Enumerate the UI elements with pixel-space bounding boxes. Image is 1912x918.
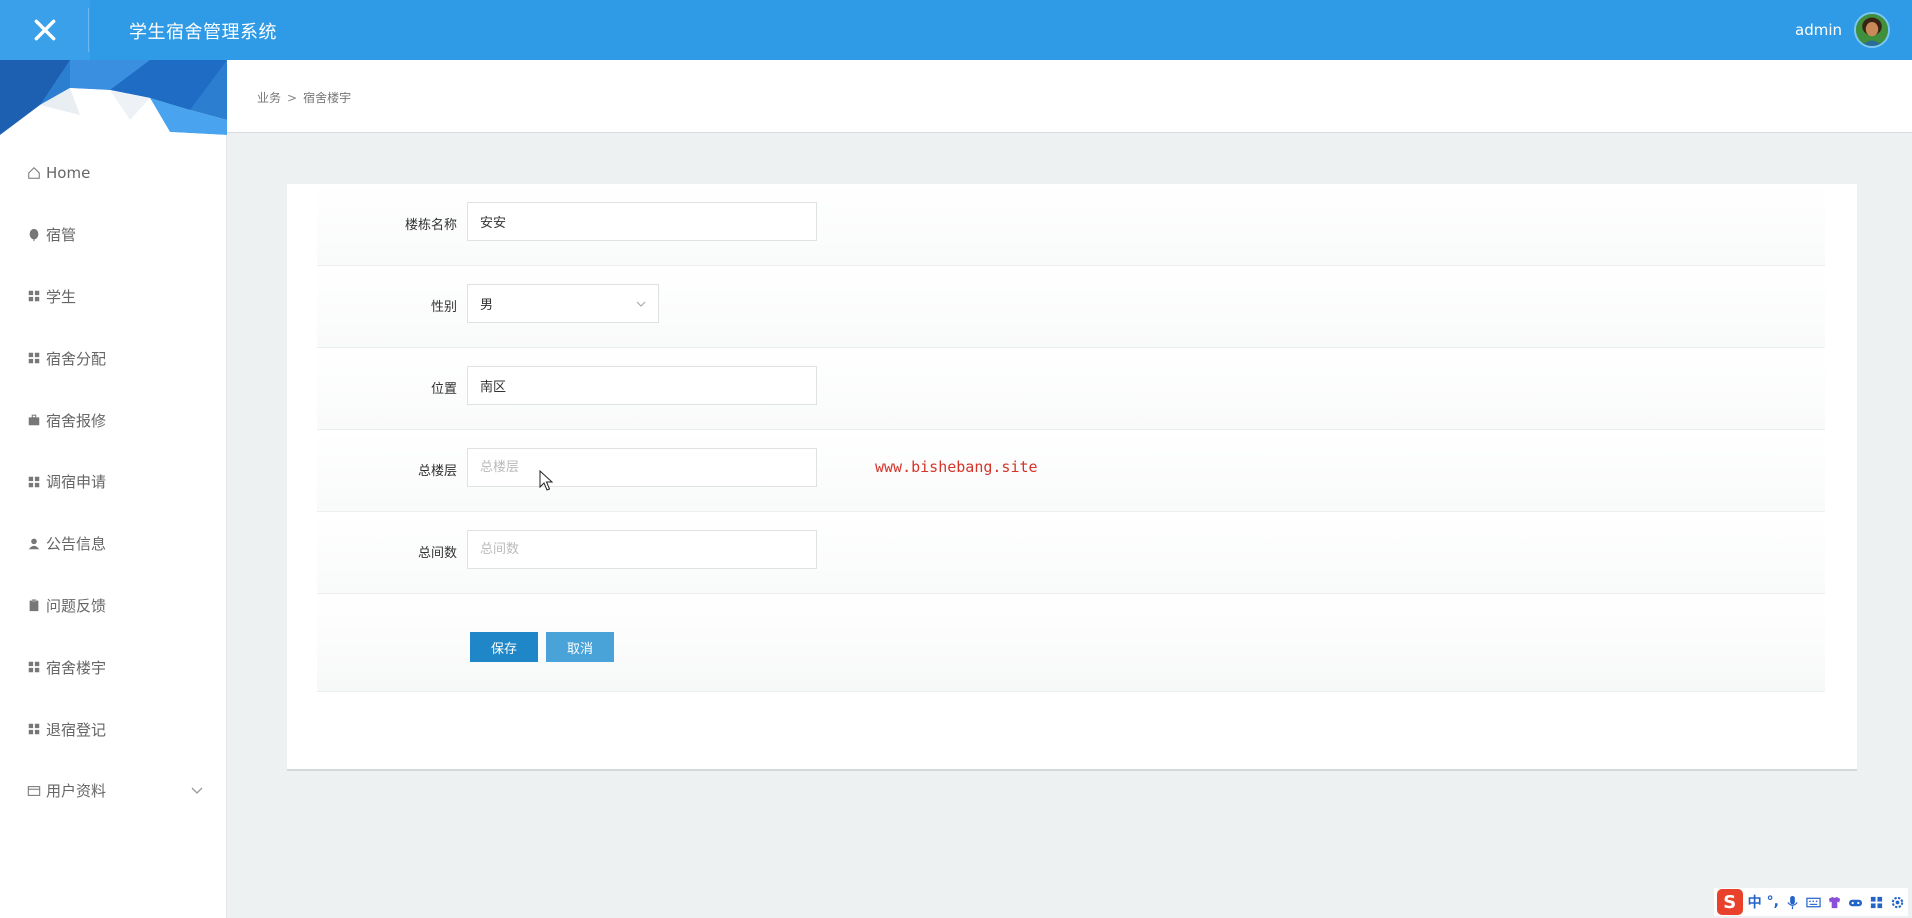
ime-punctuation-toggle[interactable]: °, xyxy=(1767,894,1779,910)
sidebar-item-label: 退宿登记 xyxy=(46,720,107,739)
sidebar-item-label: 用户资料 xyxy=(46,782,107,801)
gender-select[interactable]: 男 xyxy=(467,284,659,323)
skin-icon[interactable] xyxy=(1826,894,1842,910)
sidebar-item-label: 调宿申请 xyxy=(46,473,107,492)
breadcrumb-parent[interactable]: 业务 xyxy=(257,91,281,105)
sidebar-item-label: 公告信息 xyxy=(46,535,107,554)
gender-selected-value: 男 xyxy=(480,298,494,313)
ime-toolbar: S 中 °, xyxy=(1713,888,1908,916)
total-rooms-input[interactable] xyxy=(467,530,817,569)
sidebar-item-label: 问题反馈 xyxy=(46,596,107,615)
chevron-down-icon[interactable] xyxy=(189,782,205,798)
chevron-down-icon xyxy=(634,297,648,311)
form-row-building-name: 楼栋名称 xyxy=(317,184,1825,266)
form-row-total-rooms: 总间数 xyxy=(317,512,1825,594)
total-rooms-label: 总间数 xyxy=(417,546,457,561)
breadcrumb-separator: > xyxy=(287,91,298,105)
clipboard-icon xyxy=(26,597,42,613)
sidebar-item-feedback[interactable]: 问题反馈 xyxy=(0,575,227,637)
sidebar: Home 宿管 学生 宿舍分配 宿舍报修 调宿申请 公告信息 问题反馈 宿舍楼宇… xyxy=(0,60,227,918)
cancel-button[interactable]: 取消 xyxy=(546,632,614,662)
microphone-icon[interactable] xyxy=(1784,894,1800,910)
mouse-cursor-icon xyxy=(539,470,553,491)
sidebar-item-buildings[interactable]: 宿舍楼宇 xyxy=(0,636,227,698)
header-divider xyxy=(88,8,89,52)
total-floors-input[interactable] xyxy=(467,448,817,487)
sidebar-item-label: 宿舍楼宇 xyxy=(46,658,107,677)
gender-label: 性别 xyxy=(430,300,457,315)
sidebar-item-dorm-allocation[interactable]: 宿舍分配 xyxy=(0,327,227,389)
sidebar-toggle-button[interactable] xyxy=(0,0,90,60)
home-icon xyxy=(26,165,42,181)
sidebar-item-dorm-repair[interactable]: 宿舍报修 xyxy=(0,389,227,451)
sidebar-item-user-profile[interactable]: 用户资料 xyxy=(0,760,227,822)
keyboard-icon[interactable] xyxy=(1805,894,1821,910)
building-name-label: 楼栋名称 xyxy=(404,218,457,233)
app-title: 学生宿舍管理系统 xyxy=(129,22,277,43)
sidebar-item-transfer-request[interactable]: 调宿申请 xyxy=(0,451,227,513)
sidebar-item-students[interactable]: 学生 xyxy=(0,266,227,328)
sidebar-item-label: 宿舍报修 xyxy=(46,411,107,430)
breadcrumb-current: 宿舍楼宇 xyxy=(303,91,352,105)
grid-icon xyxy=(26,288,42,304)
card-icon xyxy=(26,783,42,799)
grid-icon xyxy=(26,659,42,675)
leaf-icon xyxy=(26,227,42,243)
sidebar-item-label: 学生 xyxy=(46,287,77,306)
sidebar-item-label: 宿管 xyxy=(46,226,77,245)
user-icon xyxy=(26,536,42,552)
form-row-location: 位置 xyxy=(317,348,1825,430)
breadcrumb-bar: 业务 > 宿舍楼宇 xyxy=(227,60,1912,133)
grid-icon xyxy=(26,350,42,366)
sidebar-item-dorm-manager[interactable]: 宿管 xyxy=(0,204,227,266)
building-form-card: 楼栋名称 性别 男 位置 总楼层 总间数 保存 取消 xyxy=(287,184,1857,771)
username-label[interactable]: admin xyxy=(1795,21,1842,39)
sidebar-item-label: Home xyxy=(46,163,91,182)
sidebar-item-home[interactable]: Home xyxy=(0,142,227,204)
grid-icon xyxy=(26,474,42,490)
sidebar-item-announcements[interactable]: 公告信息 xyxy=(0,513,227,575)
form-row-gender: 性别 男 xyxy=(317,266,1825,348)
sidebar-banner xyxy=(0,60,227,135)
total-floors-label: 总楼层 xyxy=(417,464,457,479)
sidebar-menu: Home 宿管 学生 宿舍分配 宿舍报修 调宿申请 公告信息 问题反馈 宿舍楼宇… xyxy=(0,142,227,822)
gamepad-icon[interactable] xyxy=(1847,894,1863,910)
location-input[interactable] xyxy=(467,366,817,405)
building-name-input[interactable] xyxy=(467,202,817,241)
watermark-text: www.bishebang.site xyxy=(875,458,1038,476)
apps-grid-icon[interactable] xyxy=(1868,894,1884,910)
sidebar-item-label: 宿舍分配 xyxy=(46,349,107,368)
settings-icon[interactable] xyxy=(1889,894,1905,910)
sidebar-item-checkout[interactable]: 退宿登记 xyxy=(0,698,227,760)
top-bar: 学生宿舍管理系统 admin xyxy=(0,0,1912,60)
form-actions: 保存 取消 xyxy=(317,594,1825,692)
grid-icon xyxy=(26,721,42,737)
breadcrumb: 业务 > 宿舍楼宇 xyxy=(257,89,351,106)
ime-mode-toggle[interactable]: 中 xyxy=(1748,892,1762,912)
avatar[interactable] xyxy=(1854,12,1890,48)
close-icon xyxy=(34,19,56,41)
location-label: 位置 xyxy=(430,382,457,397)
briefcase-icon xyxy=(26,412,42,428)
save-button[interactable]: 保存 xyxy=(470,632,538,662)
ime-logo[interactable]: S xyxy=(1716,889,1743,915)
